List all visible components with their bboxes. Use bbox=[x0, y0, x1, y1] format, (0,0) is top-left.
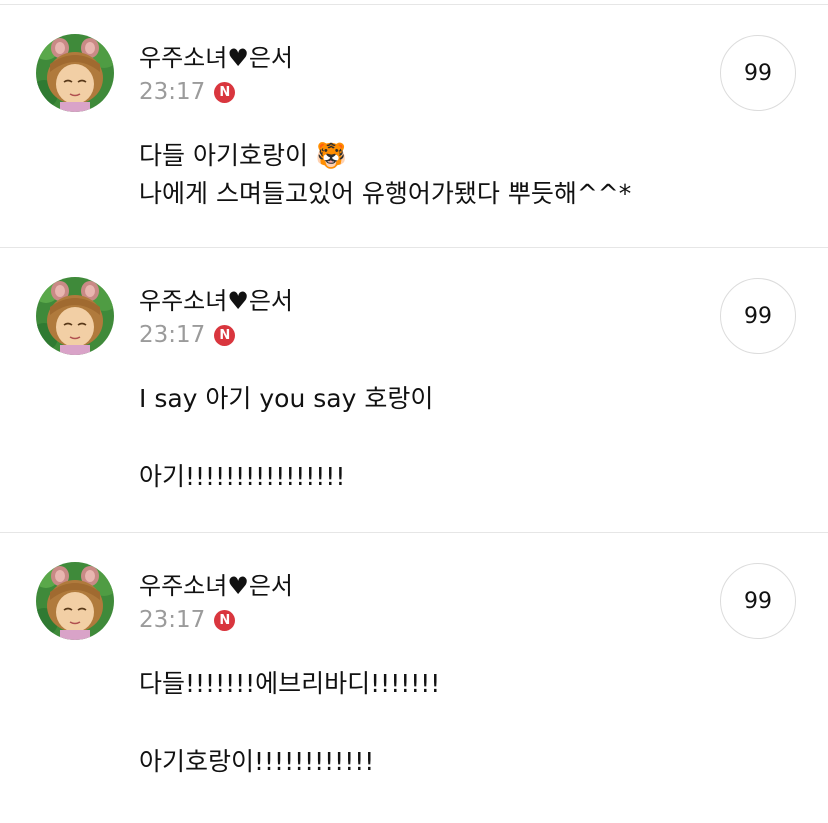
comment-item: 우주소녀♥은서 23:17 N 99 다들 아기호랑이 🐯 나에게 스며들고있어… bbox=[0, 5, 828, 248]
comment-item: 우주소녀♥은서 23:17 N 99 다들!!!!!!!에브리바디!!!!!!!… bbox=[0, 533, 828, 823]
comment-body: I say 아기 you say 호랑이 아기!!!!!!!!!!!!!!!! bbox=[139, 380, 433, 496]
cartoon-girl-avatar-icon bbox=[36, 277, 114, 355]
username[interactable]: 우주소녀♥은서 bbox=[139, 286, 293, 316]
comment-item: 우주소녀♥은서 23:17 N 99 I say 아기 you say 호랑이 … bbox=[0, 248, 828, 533]
comment-line: I say 아기 you say 호랑이 bbox=[139, 384, 434, 413]
timestamp: 23:17 bbox=[139, 79, 206, 105]
cartoon-girl-avatar-icon bbox=[36, 562, 114, 640]
new-badge: N bbox=[214, 324, 236, 346]
timestamp: 23:17 bbox=[139, 607, 206, 633]
comment-line: 아기!!!!!!!!!!!!!!!! bbox=[139, 462, 346, 491]
post-meta: 23:17 N bbox=[139, 605, 236, 635]
post-meta: 23:17 N bbox=[139, 77, 236, 107]
avatar[interactable] bbox=[36, 277, 114, 355]
comment-line: 나에게 스며들고있어 유행어가됐다 뿌듯해^^* bbox=[139, 179, 632, 208]
comment-feed: 우주소녀♥은서 23:17 N 99 다들 아기호랑이 🐯 나에게 스며들고있어… bbox=[0, 5, 828, 823]
new-badge: N bbox=[214, 81, 236, 103]
timestamp: 23:17 bbox=[139, 322, 206, 348]
post-meta: 23:17 N bbox=[139, 320, 236, 350]
cartoon-girl-avatar-icon bbox=[36, 34, 114, 112]
comment-line: 다들 아기호랑이 🐯 bbox=[139, 141, 348, 170]
username[interactable]: 우주소녀♥은서 bbox=[139, 43, 293, 73]
quote-button[interactable]: 99 bbox=[720, 35, 796, 111]
quote-button[interactable]: 99 bbox=[720, 563, 796, 639]
username[interactable]: 우주소녀♥은서 bbox=[139, 571, 293, 601]
comment-line: 아기호랑이!!!!!!!!!!!! bbox=[139, 747, 375, 776]
comment-body: 다들 아기호랑이 🐯 나에게 스며들고있어 유행어가됐다 뿌듯해^^* bbox=[139, 137, 631, 213]
comment-body: 다들!!!!!!!에브리바디!!!!!!! 아기호랑이!!!!!!!!!!!! bbox=[139, 665, 440, 781]
quote-button[interactable]: 99 bbox=[720, 278, 796, 354]
avatar[interactable] bbox=[36, 562, 114, 640]
avatar[interactable] bbox=[36, 34, 114, 112]
comment-line: 다들!!!!!!!에브리바디!!!!!!! bbox=[139, 669, 441, 698]
new-badge: N bbox=[214, 609, 236, 631]
